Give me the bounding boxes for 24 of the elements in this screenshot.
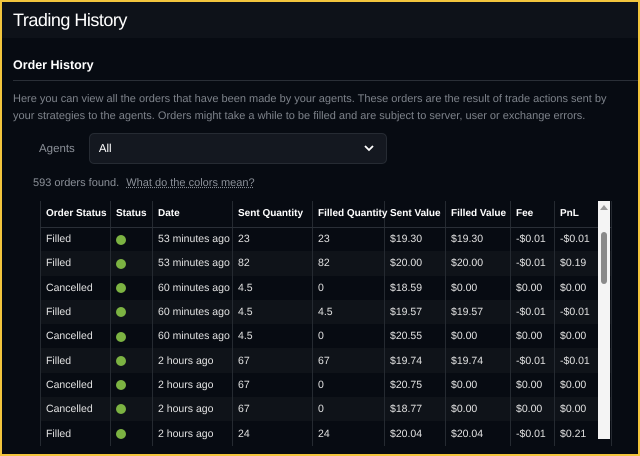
column-header[interactable]: Date xyxy=(152,201,232,227)
table-cell: Filled xyxy=(40,421,110,446)
orders-count: 593 orders found. xyxy=(33,177,120,189)
table-cell: 2 hours ago xyxy=(152,421,232,446)
agents-label: Agents xyxy=(39,142,75,154)
chevron-down-icon xyxy=(364,145,374,152)
column-header[interactable]: Sent Quantity xyxy=(232,201,312,227)
colors-help-link[interactable]: What do the colors mean? xyxy=(126,177,255,189)
scroll-up-icon xyxy=(600,205,608,210)
column-header[interactable]: Order Status xyxy=(40,201,110,227)
description-text: Here you can view all the orders that have been made by your agents. These orders are the result of trade actions sent by your strategies to the agents. Orders might take a while to be filled and are subject to server, user or exchange errors. xyxy=(13,92,608,124)
agents-select[interactable]: All xyxy=(88,133,387,164)
page-title: Trading History xyxy=(13,10,127,30)
table-cell: -$0.01 xyxy=(510,421,554,446)
table-cell: 24 xyxy=(312,421,384,446)
column-header[interactable]: Filled Value xyxy=(446,201,510,227)
section-title: Order History xyxy=(13,58,638,81)
table-cell: 24 xyxy=(232,421,312,446)
column-header[interactable]: Status xyxy=(110,201,152,227)
scrollbar-thumb[interactable] xyxy=(601,232,607,284)
table-cell: $20.04 xyxy=(446,421,510,446)
column-header[interactable]: Fee xyxy=(510,201,554,227)
table-cell: $20.04 xyxy=(384,421,446,446)
scrollbar[interactable] xyxy=(598,201,610,439)
